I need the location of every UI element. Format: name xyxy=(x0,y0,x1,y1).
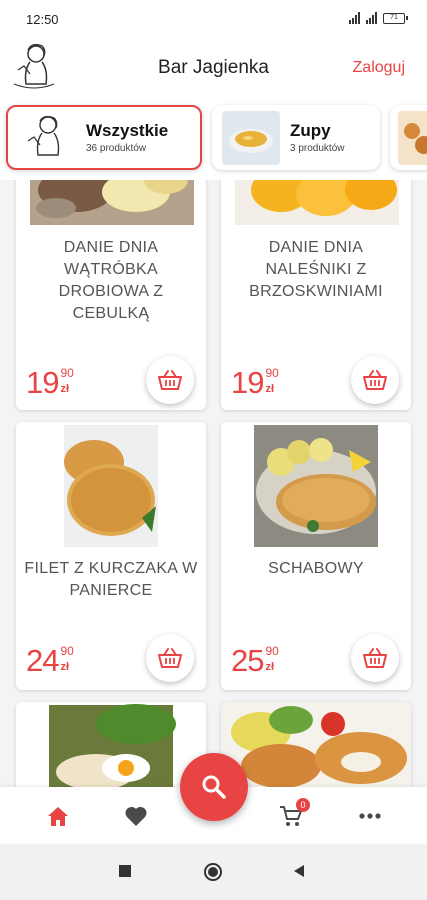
product-price: 24 90 zł xyxy=(26,644,74,678)
product-card[interactable]: DANIE DNIA WĄTRÓBKA DROBIOWA Z CEBULKĄ 1… xyxy=(16,180,206,410)
product-image xyxy=(16,422,206,547)
system-nav-bar xyxy=(0,844,427,900)
recents-icon[interactable] xyxy=(118,864,132,878)
nav-more[interactable] xyxy=(355,803,385,829)
product-price: 25 90 zł xyxy=(231,644,279,678)
product-card[interactable] xyxy=(221,702,411,787)
product-price: 19 90 zł xyxy=(26,366,74,400)
add-to-cart-button[interactable] xyxy=(146,634,194,682)
more-icon xyxy=(359,813,381,819)
price-cents: 90 xyxy=(60,644,74,658)
category-soups-name: Zupy xyxy=(290,121,331,140)
app-header: Bar Jagienka Zaloguj xyxy=(0,40,427,100)
signal-icon xyxy=(349,12,360,24)
price-main: 19 xyxy=(26,365,59,400)
nav-cart[interactable]: 0 xyxy=(276,798,310,829)
category-soups-thumb xyxy=(222,110,280,165)
product-image xyxy=(221,702,411,787)
price-currency: zł xyxy=(265,383,275,395)
category-bar: Wszystkie 36 produktów Zupy 3 produktów xyxy=(0,100,427,180)
product-price: 19 90 zł xyxy=(231,366,279,400)
product-grid: DANIE DNIA WĄTRÓBKA DROBIOWA Z CEBULKĄ 1… xyxy=(0,180,427,787)
status-bar: 12:50 71 xyxy=(0,0,427,40)
battery-icon: 71 xyxy=(383,12,408,24)
price-cents: 90 xyxy=(60,366,74,380)
add-to-cart-button[interactable] xyxy=(351,634,399,682)
product-image xyxy=(16,702,206,787)
product-name: DANIE DNIA WĄTRÓBKA DROBIOWA Z CEBULKĄ xyxy=(58,239,164,322)
add-to-cart-button[interactable] xyxy=(351,356,399,404)
category-next-thumb xyxy=(398,110,427,165)
nav-favorites[interactable] xyxy=(121,803,151,829)
price-currency: zł xyxy=(265,661,275,673)
category-all-thumb xyxy=(18,110,76,165)
category-all-count: 36 produktów xyxy=(86,143,147,154)
add-to-cart-button[interactable] xyxy=(146,356,194,404)
category-next[interactable] xyxy=(390,105,427,170)
home-circle-icon[interactable] xyxy=(203,862,223,882)
price-main: 24 xyxy=(26,643,59,678)
basket-icon xyxy=(158,370,182,390)
basket-icon xyxy=(363,370,387,390)
product-card[interactable] xyxy=(16,702,206,787)
price-cents: 90 xyxy=(265,644,279,658)
product-image xyxy=(221,422,411,547)
product-card[interactable]: DANIE DNIA NALEŚNIKI Z BRZOSKWINIAMI 19 … xyxy=(221,180,411,410)
product-name: FILET Z KURCZAKA W PANIERCE xyxy=(24,560,198,599)
cart-badge: 0 xyxy=(296,798,310,812)
price-currency: zł xyxy=(60,661,70,673)
category-soups-count: 3 produktów xyxy=(290,143,345,154)
category-all[interactable]: Wszystkie 36 produktów xyxy=(6,105,202,170)
back-icon[interactable] xyxy=(292,864,306,878)
basket-icon xyxy=(158,648,182,668)
product-name: SCHABOWY xyxy=(268,560,364,577)
nav-home[interactable] xyxy=(43,803,73,829)
product-image xyxy=(221,180,411,225)
price-main: 19 xyxy=(231,365,264,400)
category-soups[interactable]: Zupy 3 produktów xyxy=(212,105,380,170)
product-name: DANIE DNIA NALEŚNIKI Z BRZOSKWINIAMI xyxy=(249,239,383,300)
price-main: 25 xyxy=(231,643,264,678)
login-link[interactable]: Zaloguj xyxy=(353,59,405,77)
product-card[interactable]: FILET Z KURCZAKA W PANIERCE 24 90 zł xyxy=(16,422,206,690)
category-all-name: Wszystkie xyxy=(86,121,169,140)
status-icons: 71 xyxy=(349,12,408,24)
basket-icon xyxy=(363,648,387,668)
signal-icon-2 xyxy=(366,12,377,24)
price-currency: zł xyxy=(60,383,70,395)
product-card[interactable]: SCHABOWY 25 90 zł xyxy=(221,422,411,690)
heart-icon xyxy=(125,806,147,826)
status-time: 12:50 xyxy=(26,12,59,27)
search-button[interactable] xyxy=(180,753,248,821)
home-icon xyxy=(48,807,68,826)
product-image xyxy=(16,180,206,225)
price-cents: 90 xyxy=(265,366,279,380)
search-icon xyxy=(202,775,226,799)
